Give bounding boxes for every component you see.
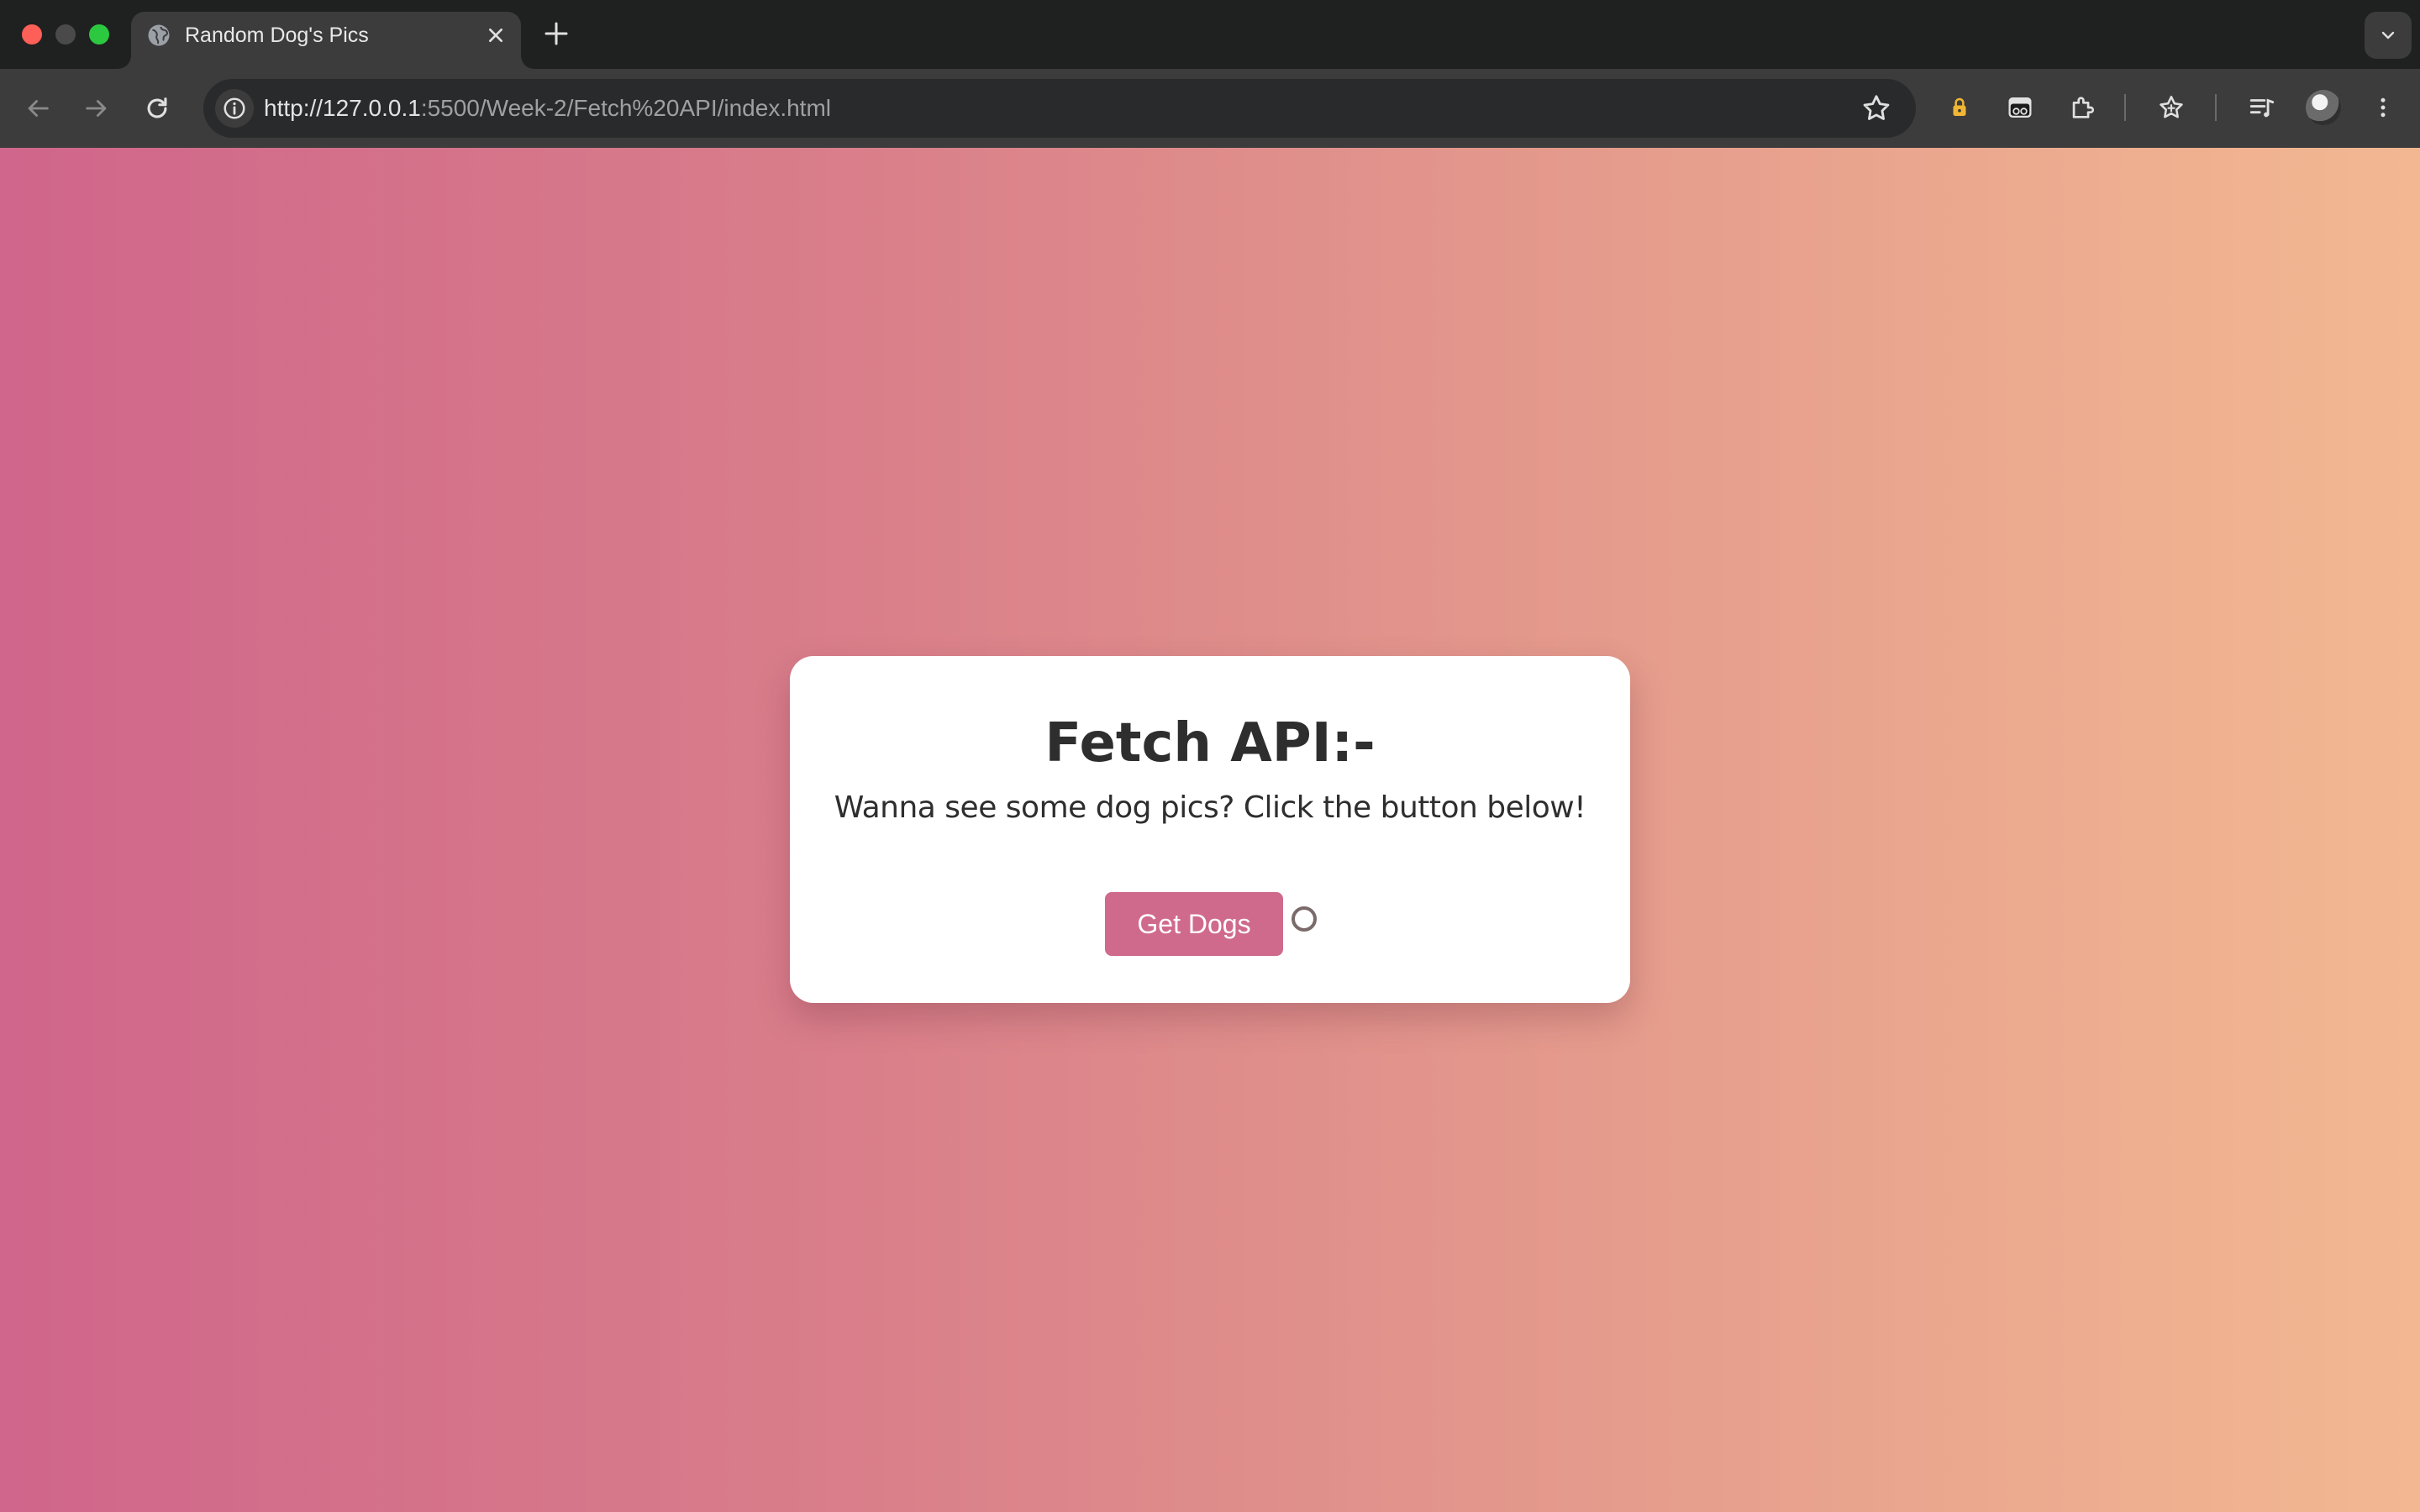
forward-button[interactable] <box>77 89 116 128</box>
button-row: Get Dogs <box>790 892 1630 956</box>
page-viewport: Fetch API:- Wanna see some dog pics? Cli… <box>0 148 2420 1512</box>
close-tab-icon[interactable] <box>482 22 509 49</box>
minimize-window-button[interactable] <box>55 24 76 45</box>
url-host: http://127.0.0.1 <box>264 95 421 121</box>
tab-title: Random Dog's Pics <box>185 24 369 47</box>
page-title: Fetch API:- <box>1044 712 1376 774</box>
url-path: :5500/Week-2/Fetch%20API/index.html <box>420 95 831 121</box>
loading-spinner-icon <box>1292 906 1317 932</box>
favorites-icon[interactable] <box>2153 89 2190 126</box>
forward-icon <box>86 100 107 117</box>
get-dogs-button[interactable]: Get Dogs <box>1105 892 1283 956</box>
maximize-window-button[interactable] <box>89 24 109 45</box>
tab-search-button[interactable] <box>2365 12 2412 59</box>
new-tab-icon[interactable] <box>541 18 571 49</box>
toolbar-separator <box>2124 94 2126 121</box>
reload-button[interactable] <box>138 89 176 128</box>
globe-icon <box>148 24 170 46</box>
extensions-puzzle-icon[interactable] <box>2064 89 2101 126</box>
chevron-down-icon <box>2381 31 2395 39</box>
bookmark-star-icon[interactable] <box>1860 92 1892 124</box>
media-control-icon[interactable] <box>2244 89 2281 126</box>
back-button[interactable] <box>18 89 57 128</box>
mask-extension-icon[interactable] <box>2002 89 2039 126</box>
reload-icon <box>147 97 167 118</box>
site-info-button[interactable] <box>215 89 254 128</box>
toolbar-separator <box>2215 94 2217 121</box>
page-subtitle: Wanna see some dog pics? Click the butto… <box>834 790 1586 825</box>
lock-extension-icon[interactable] <box>1941 89 1978 126</box>
url-text[interactable]: http://127.0.0.1:5500/Week-2/Fetch%20API… <box>264 95 831 122</box>
close-window-button[interactable] <box>22 24 42 45</box>
content-card: Fetch API:- Wanna see some dog pics? Cli… <box>790 656 1630 1003</box>
more-menu-icon[interactable] <box>2365 89 2402 126</box>
address-bar[interactable]: http://127.0.0.1:5500/Week-2/Fetch%20API… <box>203 79 1916 138</box>
browser-toolbar: http://127.0.0.1:5500/Week-2/Fetch%20API… <box>0 69 2420 148</box>
info-icon <box>224 97 245 119</box>
tab-strip: Random Dog's Pics <box>0 0 2420 69</box>
active-tab[interactable]: Random Dog's Pics <box>131 12 521 69</box>
back-icon <box>28 100 49 117</box>
profile-avatar[interactable] <box>2306 90 2341 125</box>
